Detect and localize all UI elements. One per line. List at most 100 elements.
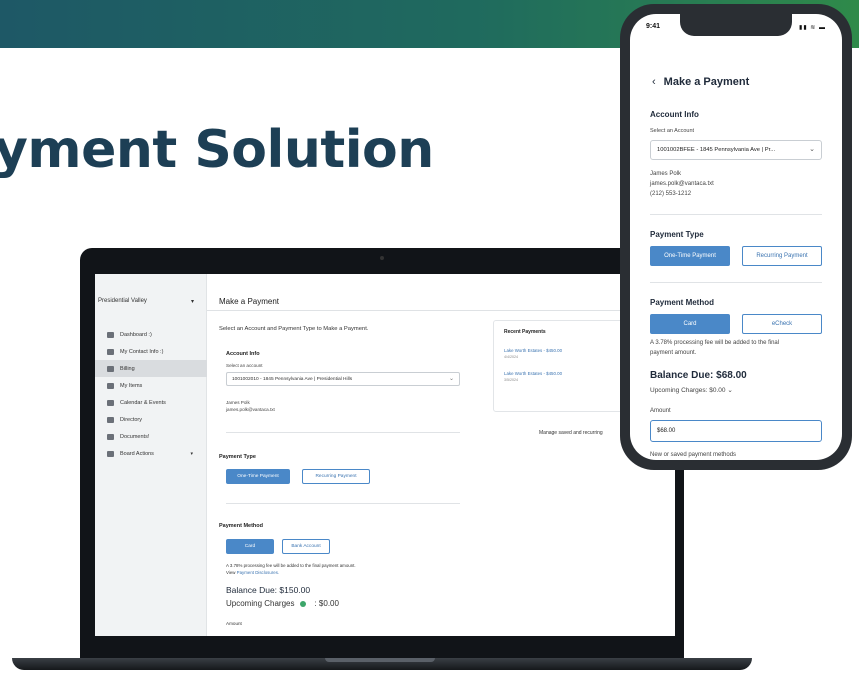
phone-mockup: 9:41 ▮▮ ≋ ▬ ‹ Make a Payment Account Inf… [620, 4, 852, 470]
sidebar-item-label: My Contact Info :) [120, 348, 164, 355]
account-select-value: 1001002010 - 1845 Pennsylvania Ave | Pre… [232, 377, 353, 382]
payment-method-heading: Payment Method [219, 523, 264, 529]
card-button[interactable]: Card [650, 314, 730, 334]
view-link-prefix: View [226, 569, 236, 575]
info-icon[interactable] [300, 600, 307, 607]
laptop-mockup: Presidential Valley ▾ Dashboard :) My Co… [12, 248, 752, 670]
sidebar-item-dashboard[interactable]: Dashboard :) [95, 326, 207, 343]
upcoming-charges-text: Upcoming Charges: $0.00 [650, 387, 726, 394]
fee-text-line-1: A 3.78% processing fee will be added to … [650, 340, 780, 346]
payment-type-heading: Payment Type [219, 454, 256, 460]
laptop-base-notch [325, 658, 435, 662]
payment-type-heading: Payment Type [650, 230, 704, 239]
laptop-screen: Presidential Valley ▾ Dashboard :) My Co… [95, 274, 675, 636]
payment-method-heading: Payment Method [650, 298, 715, 307]
account-info-heading: Account Info [650, 110, 699, 119]
divider [650, 214, 822, 215]
recent-payment-date: 3/5/2024 [504, 378, 518, 382]
sidebar-item-label: Documents! [120, 433, 150, 440]
select-account-label: Select an account [226, 363, 263, 368]
manage-payment-methods-link[interactable]: Manage saved and recurring [539, 430, 603, 436]
owner-email: james.polk@vantaca.txt [226, 407, 275, 412]
sidebar-item-board-actions[interactable]: Board Actions ▾ [95, 445, 207, 462]
person-icon [107, 348, 114, 355]
laptop-lid: Presidential Valley ▾ Dashboard :) My Co… [80, 248, 684, 660]
recurring-payment-button[interactable]: Recurring Payment [302, 469, 370, 484]
community-selector[interactable]: Presidential Valley ▾ [98, 298, 194, 305]
dashboard-icon [107, 331, 114, 338]
echeck-button[interactable]: eCheck [742, 314, 822, 334]
board-icon [107, 450, 114, 457]
divider [650, 282, 822, 283]
sidebar-item-directory[interactable]: Directory [95, 411, 207, 428]
divider [226, 503, 460, 504]
sidebar-item-label: Calendar & Events [120, 399, 166, 406]
account-info-heading: Account Info [226, 351, 260, 357]
one-time-payment-button[interactable]: One-Time Payment [226, 469, 290, 484]
sidebar-item-billing[interactable]: Billing [95, 360, 207, 377]
upcoming-charges-label: Upcoming Charges [226, 599, 295, 608]
status-time: 9:41 [646, 23, 661, 30]
sidebar-item-calendar[interactable]: Calendar & Events [95, 394, 207, 411]
payment-methods-label: New or saved payment methods [650, 452, 737, 458]
payment-disclosures-link[interactable]: Payment Disclosures. [237, 570, 279, 575]
phone-notch [680, 14, 792, 36]
bank-account-button[interactable]: Bank Account [282, 539, 330, 554]
intro-text: Select an Account and Payment Type to Ma… [219, 326, 369, 332]
amount-label: Amount [226, 621, 242, 626]
signal-battery-icon: ▮▮ ≋ ▬ [799, 25, 826, 31]
select-account-label: Select an Account [650, 128, 695, 134]
sidebar-item-label: My Items [120, 382, 143, 389]
sidebar-nav: Dashboard :) My Contact Info :) Billing … [95, 326, 207, 462]
upcoming-charges[interactable]: Upcoming Charges: $0.00 ⌄ [650, 386, 733, 394]
chevron-down-icon: ⌄ [809, 146, 815, 153]
sidebar: Presidential Valley ▾ Dashboard :) My Co… [95, 274, 207, 636]
recent-payment-item[interactable]: Lake Worth Estates - $450.00 [504, 371, 562, 376]
card-button[interactable]: Card [226, 539, 274, 554]
camera-icon [380, 256, 384, 260]
account-select[interactable]: 1001002010 - 1845 Pennsylvania Ave | Pre… [226, 372, 460, 386]
sidebar-item-documents[interactable]: Documents! [95, 428, 207, 445]
directory-icon [107, 416, 114, 423]
sidebar-item-my-items[interactable]: My Items [95, 377, 207, 394]
chevron-down-icon: ▾ [190, 299, 194, 305]
billing-icon [107, 365, 114, 372]
sidebar-item-label: Billing [120, 365, 135, 372]
account-select[interactable]: 1001002BFEE - 1845 Pennsylvania Ave | Pr… [650, 140, 822, 160]
recurring-payment-button[interactable]: Recurring Payment [742, 246, 822, 266]
amount-input[interactable]: $68.00 [650, 420, 822, 442]
back-icon[interactable]: ‹ [652, 76, 656, 88]
phone-header: ‹ Make a Payment [652, 76, 749, 88]
recent-payment-date: 4/4/2024 [504, 355, 518, 359]
amount-label: Amount [650, 408, 671, 414]
chevron-down-icon: ▾ [190, 450, 193, 457]
owner-name: James Polk [226, 400, 250, 405]
chevron-down-icon: ⌄ [727, 387, 733, 394]
owner-name: James Polk [650, 171, 682, 177]
account-select-value: 1001002BFEE - 1845 Pennsylvania Ave | Pr… [657, 147, 776, 153]
phone-screen: 9:41 ▮▮ ≋ ▬ ‹ Make a Payment Account Inf… [630, 14, 842, 460]
chevron-down-icon: ⌄ [448, 376, 454, 382]
recent-payment-item[interactable]: Lake Worth Estates - $450.00 [504, 348, 562, 353]
phone-page-title: Make a Payment [663, 76, 750, 88]
calendar-icon [107, 399, 114, 406]
divider [226, 432, 460, 433]
one-time-payment-button[interactable]: One-Time Payment [650, 246, 730, 266]
balance-due: Balance Due: $68.00 [650, 370, 747, 381]
sidebar-item-contact-info[interactable]: My Contact Info :) [95, 343, 207, 360]
sidebar-item-label: Dashboard :) [120, 331, 152, 338]
list-icon [107, 382, 114, 389]
balance-due: Balance Due: $150.00 [226, 585, 311, 595]
page-title: Make a Payment [207, 297, 675, 311]
sidebar-item-label: Board Actions [120, 450, 154, 457]
processing-fee-note: A 3.78% processing fee will be added to … [226, 563, 356, 576]
fee-text-line-2: payment amount. [650, 350, 697, 356]
sidebar-item-label: Directory [120, 416, 143, 423]
recent-payments-title: Recent Payments [504, 329, 546, 335]
owner-phone: (212) 553-1212 [650, 191, 692, 197]
upcoming-charges-value: : $0.00 [314, 599, 339, 608]
folder-icon [107, 433, 114, 440]
community-name: Presidential Valley [98, 298, 147, 304]
headline: yment Solution [0, 120, 434, 180]
owner-email: james.polk@vantaca.txt [650, 181, 714, 187]
